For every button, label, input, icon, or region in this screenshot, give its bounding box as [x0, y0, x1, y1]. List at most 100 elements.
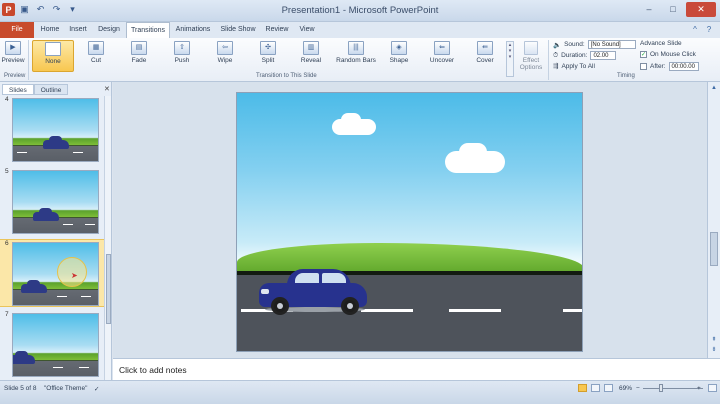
minimize-ribbon-icon[interactable]: ^	[690, 25, 700, 35]
tab-review[interactable]: Review	[262, 22, 292, 38]
lane-dash	[449, 309, 501, 312]
apply-all-label: Apply To All	[561, 62, 595, 70]
zoom-slider-handle[interactable]	[659, 384, 663, 392]
theme-name: "Office Theme"	[44, 385, 88, 392]
transition-fade[interactable]: ▤ Fade	[120, 40, 158, 72]
slide-thumbnail[interactable]: 7	[0, 311, 104, 379]
tab-slides[interactable]: Slides	[2, 84, 34, 95]
transition-label: Split	[261, 57, 275, 64]
tab-outline[interactable]: Outline	[33, 84, 69, 95]
zoom-in-icon[interactable]: +	[697, 385, 701, 392]
duration-input[interactable]: 02.00	[590, 51, 617, 60]
random-bars-transition-icon: |||	[348, 41, 364, 55]
normal-view-icon[interactable]	[578, 384, 587, 392]
car-image[interactable]	[259, 267, 369, 315]
slide-preview-image: ➤	[12, 242, 99, 306]
transition-none[interactable]: None	[32, 40, 74, 72]
lane-dash	[81, 296, 91, 297]
maximize-button[interactable]: □	[662, 2, 684, 17]
notes-placeholder: Click to add notes	[119, 365, 187, 375]
slide-sorter-view-icon[interactable]	[591, 384, 600, 392]
slide-count: Slide 5 of 8	[4, 385, 37, 392]
transition-reveal[interactable]: ▥ Reveal	[292, 40, 330, 72]
transition-label: Push	[174, 57, 190, 64]
cloud-image	[341, 113, 361, 127]
tab-animations[interactable]: Animations	[172, 22, 214, 38]
title-bar: P ▣ ↶ ↷ ▾ Presentation1 - Microsoft Powe…	[0, 0, 720, 22]
transition-random-bars[interactable]: ||| Random Bars	[334, 40, 378, 72]
car-headlight	[261, 289, 269, 294]
slide-thumbnail-selected[interactable]: 6 ➤	[0, 239, 104, 307]
transition-wipe[interactable]: ⇦ Wipe	[206, 40, 244, 72]
transition-uncover[interactable]: ⇐ Uncover	[423, 40, 461, 72]
fit-slide-icon[interactable]	[708, 384, 717, 392]
group-label-timing: Timing	[617, 73, 635, 79]
ribbon-separator	[548, 40, 549, 80]
after-input[interactable]: 00:00.00	[668, 62, 699, 71]
help-icon[interactable]: ?	[704, 25, 714, 35]
editor-scrollbar[interactable]: ▲ ⇞ ⇟	[707, 82, 720, 358]
transition-push[interactable]: ⇧ Push	[163, 40, 201, 72]
group-label-transition: Transition to This Slide	[256, 73, 317, 79]
previous-slide-icon[interactable]: ⇞	[710, 336, 718, 344]
transition-cover[interactable]: ⇚ Cover	[466, 40, 504, 72]
slides-pane-scrollbar[interactable]	[104, 96, 111, 380]
reading-view-icon[interactable]	[604, 384, 613, 392]
tab-slide-show[interactable]: Slide Show	[218, 22, 258, 38]
on-mouse-click-checkbox[interactable]: ✓	[640, 51, 647, 58]
transition-label: Random Bars	[336, 57, 376, 64]
transition-label: Uncover	[429, 57, 455, 64]
reveal-transition-icon: ▥	[303, 41, 319, 55]
transition-cut[interactable]: ▦ Cut	[77, 40, 115, 72]
spellcheck-icon[interactable]: ✓	[94, 385, 99, 393]
preview-icon: ▶	[5, 41, 21, 55]
preview-button[interactable]: ▶ Preview	[0, 40, 26, 72]
wipe-transition-icon: ⇦	[217, 41, 233, 55]
status-bar: Slide 5 of 8 "Office Theme" ✓ 69% − +	[0, 380, 720, 404]
cloud-image	[459, 143, 487, 161]
tab-home[interactable]: Home	[36, 22, 64, 38]
zoom-level[interactable]: 69%	[619, 385, 632, 392]
slide-thumbnail[interactable]: 4	[0, 96, 104, 164]
lane-dash	[17, 152, 27, 153]
tab-view[interactable]: View	[294, 22, 320, 38]
next-slide-icon[interactable]: ⇟	[710, 346, 718, 354]
after-checkbox[interactable]	[640, 63, 647, 70]
scrollbar-thumb[interactable]	[710, 232, 718, 266]
tab-insert[interactable]: Insert	[64, 22, 92, 38]
close-pane-icon[interactable]: ✕	[104, 85, 110, 93]
effect-options-button[interactable]: Effect Options	[516, 40, 546, 72]
tab-file[interactable]: File	[0, 22, 34, 38]
current-slide[interactable]	[236, 92, 583, 352]
fade-transition-icon: ▤	[131, 41, 147, 55]
transition-label: Shape	[389, 57, 409, 64]
scrollbar-thumb[interactable]	[106, 254, 111, 324]
scroll-up-icon[interactable]: ▲	[710, 84, 718, 92]
transition-gallery-scroll[interactable]: ▴ ▾ ▾	[506, 41, 514, 77]
none-transition-icon	[45, 42, 61, 56]
slide-number: 4	[5, 96, 9, 103]
on-mouse-click-row: ✓ On Mouse Click	[640, 51, 696, 58]
slide-thumbnail[interactable]: 5	[0, 168, 104, 236]
duration-icon: ⏱	[553, 51, 559, 59]
tab-design[interactable]: Design	[94, 22, 124, 38]
effect-options-label: Effect Options	[519, 57, 543, 71]
zoom-out-icon[interactable]: −	[636, 385, 640, 392]
pane-tabs: Slides Outline	[2, 84, 69, 95]
transition-split[interactable]: ✣ Split	[249, 40, 287, 72]
close-button[interactable]: ✕	[686, 2, 716, 17]
after-row: After: 00:00.00	[640, 62, 699, 71]
lane-dash	[85, 224, 95, 225]
cover-transition-icon: ⇚	[477, 41, 493, 55]
transition-shape[interactable]: ◈ Shape	[380, 40, 418, 72]
apply-to-all-button[interactable]: ⇶ Apply To All	[553, 62, 595, 71]
minimize-button[interactable]: –	[638, 2, 660, 17]
lane-dash	[57, 296, 67, 297]
after-label: After:	[650, 63, 666, 70]
notes-pane[interactable]: Click to add notes	[113, 358, 720, 380]
tab-transitions[interactable]: Transitions	[126, 22, 170, 39]
zoom-slider[interactable]	[643, 388, 703, 389]
sound-select[interactable]: [No Sound]	[587, 40, 636, 49]
advance-slide-text: Advance Slide	[640, 40, 682, 47]
transition-label: Cover	[476, 57, 494, 64]
